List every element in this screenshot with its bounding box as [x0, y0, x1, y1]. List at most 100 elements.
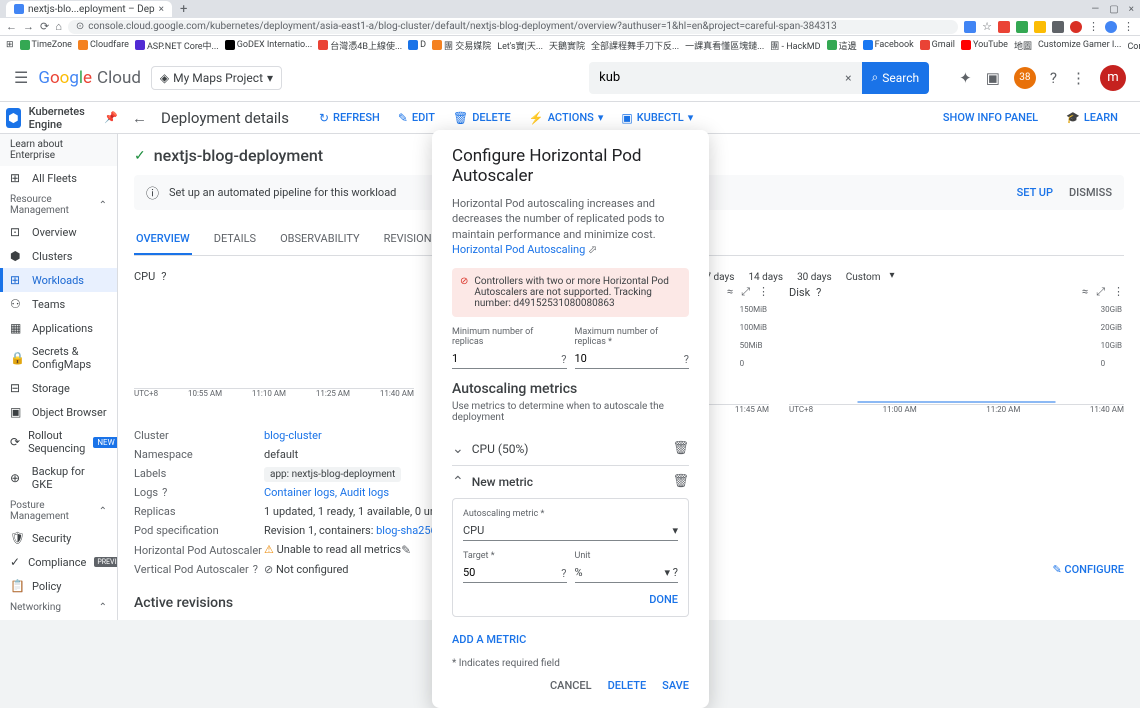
save-button[interactable]: SAVE: [662, 679, 689, 692]
home-icon[interactable]: ⌂: [55, 20, 62, 33]
chevron-down-icon[interactable]: ⌄: [452, 441, 464, 457]
filter-14d[interactable]: 14 days: [743, 270, 788, 285]
chart-expand-icon[interactable]: ⤢: [1096, 285, 1105, 299]
trial-badge[interactable]: 38: [1014, 67, 1036, 89]
delete-metric-icon[interactable]: 🗑: [672, 474, 689, 489]
bookmark-item[interactable]: Facebook: [863, 40, 914, 50]
target-input[interactable]: [463, 563, 567, 583]
dismiss-button[interactable]: DISMISS: [1069, 186, 1112, 199]
menu-icon[interactable]: ⋮: [1123, 20, 1134, 33]
logs-link[interactable]: Container logs, Audit logs: [264, 486, 389, 499]
cloud-shell-icon[interactable]: ▣: [986, 69, 1000, 87]
close-icon[interactable]: ×: [1129, 4, 1134, 15]
actions-button[interactable]: ⚡ACTIONS ▾: [521, 107, 612, 129]
bookmark-item[interactable]: Customize Gamer I...: [1038, 40, 1121, 50]
back-button[interactable]: ←: [132, 109, 147, 127]
help-icon[interactable]: ?: [253, 563, 258, 576]
nav-policy[interactable]: 📋Policy: [0, 574, 117, 598]
maximize-icon[interactable]: ▢: [1109, 4, 1118, 15]
help-icon[interactable]: ?: [561, 353, 566, 366]
clear-icon[interactable]: ×: [845, 71, 851, 85]
chart-more-icon[interactable]: ⋮: [1113, 285, 1124, 299]
nav-object-browser[interactable]: ▣Object Browser: [0, 400, 117, 424]
bookmark-item[interactable]: GoDEX Internatio...: [225, 40, 313, 50]
tab-details[interactable]: DETAILS: [212, 224, 258, 255]
share-icon[interactable]: ☆: [982, 20, 992, 33]
show-info-panel[interactable]: SHOW INFO PANEL: [935, 107, 1046, 128]
min-replicas-input[interactable]: [452, 349, 567, 369]
learn-button[interactable]: 🎓LEARN: [1058, 107, 1126, 128]
cpu-metric-row[interactable]: ⌄CPU (50%) 🗑: [452, 433, 689, 465]
bookmark-item[interactable]: 這邊: [827, 39, 857, 52]
chevron-down-icon[interactable]: ▾: [890, 270, 895, 285]
configure-button[interactable]: CONFIGURE: [1064, 563, 1124, 576]
site-info-icon[interactable]: ⊙: [76, 21, 84, 32]
avatar[interactable]: m: [1100, 65, 1126, 91]
bookmark-item[interactable]: 一課真看懂區塊鏈...: [685, 39, 764, 52]
extensions-icon[interactable]: ⋮: [1088, 20, 1099, 33]
ext-icon[interactable]: [1052, 21, 1064, 33]
add-metric-button[interactable]: ADD A METRIC: [452, 625, 689, 654]
help-icon[interactable]: ?: [162, 486, 167, 499]
back-icon[interactable]: ←: [6, 20, 17, 33]
ext-icon[interactable]: [964, 21, 976, 33]
gemini-icon[interactable]: ✦: [959, 69, 972, 87]
nav-enterprise[interactable]: Learn about Enterprise: [0, 134, 117, 166]
chart-settings-icon[interactable]: ≈: [727, 285, 733, 299]
nav-clusters[interactable]: ⬢Clusters: [0, 244, 117, 268]
ext-icon[interactable]: [998, 21, 1010, 33]
more-icon[interactable]: ⋮: [1071, 69, 1086, 87]
bookmark-item[interactable]: TimeZone: [20, 40, 72, 50]
nav-teams[interactable]: ⚇Teams: [0, 292, 117, 316]
filter-custom[interactable]: Custom: [841, 270, 886, 285]
bookmark-item[interactable]: Cloudfare: [78, 40, 129, 50]
url-bar[interactable]: ⊙ console.cloud.google.com/kubernetes/de…: [68, 20, 958, 34]
nav-security[interactable]: 🛡Security: [0, 526, 117, 550]
help-icon[interactable]: ?: [161, 270, 166, 283]
bookmark-item[interactable]: 團 - HackMD: [770, 39, 820, 52]
project-picker[interactable]: ◈ My Maps Project ▾: [151, 66, 282, 90]
nav-storage[interactable]: ⊟Storage: [0, 376, 117, 400]
nav-applications[interactable]: ▦Applications: [0, 316, 117, 340]
nav-section-networking[interactable]: Networking⌃: [0, 598, 117, 617]
help-icon[interactable]: ?: [561, 567, 566, 580]
bookmark-item[interactable]: Gmail: [920, 40, 955, 50]
unit-select[interactable]: %▾ ?: [575, 563, 679, 583]
kubectl-button[interactable]: ▣KUBECTL ▾: [613, 107, 701, 129]
filter-30d[interactable]: 30 days: [792, 270, 837, 285]
cluster-link[interactable]: blog-cluster: [264, 429, 322, 442]
tab-close-icon[interactable]: ×: [159, 4, 164, 15]
browser-tab[interactable]: nextjs-blo...eployment – Dep ×: [6, 1, 172, 17]
max-replicas-input[interactable]: [575, 349, 690, 369]
bookmark-item[interactable]: 天鵝實院: [549, 39, 585, 52]
delete-metric-icon[interactable]: 🗑: [672, 441, 689, 456]
tab-overview[interactable]: OVERVIEW: [134, 224, 192, 255]
tab-observability[interactable]: OBSERVABILITY: [278, 224, 362, 255]
nav-overview[interactable]: ⊡Overview: [0, 220, 117, 244]
bookmark-item[interactable]: 全部課程舞手刀下反...: [591, 39, 679, 52]
nav-section-posture[interactable]: Posture Management⌃: [0, 496, 117, 526]
ext-icon[interactable]: [1034, 21, 1046, 33]
apps-icon[interactable]: ⊞: [6, 40, 14, 50]
help-icon[interactable]: ?: [684, 353, 689, 366]
nav-rollout[interactable]: ⟳Rollout SequencingNEW: [0, 424, 117, 460]
chart-expand-icon[interactable]: ⤢: [741, 285, 750, 299]
nav-backup[interactable]: ⊕Backup for GKE: [0, 460, 117, 496]
refresh-button[interactable]: ↻REFRESH: [311, 107, 388, 129]
metric-type-select[interactable]: CPU▾: [463, 521, 678, 541]
reload-icon[interactable]: ⟳: [40, 20, 49, 33]
delete-button[interactable]: 🗑DELETE: [445, 107, 519, 129]
done-button[interactable]: DONE: [463, 587, 678, 606]
bookmark-item[interactable]: ASP.NET Core中...: [135, 39, 219, 52]
nav-compliance[interactable]: ✓CompliancePREVIEW: [0, 550, 117, 574]
profile-icon[interactable]: [1105, 21, 1117, 33]
bookmark-item[interactable]: Let's實|天...: [497, 39, 543, 52]
bookmark-item[interactable]: YouTube: [961, 40, 1008, 50]
cancel-button[interactable]: CANCEL: [550, 679, 592, 692]
chart-more-icon[interactable]: ⋮: [758, 285, 769, 299]
minimize-icon[interactable]: —: [1091, 4, 1099, 15]
help-icon[interactable]: ?: [1050, 69, 1057, 87]
chevron-up-icon[interactable]: ⌃: [452, 474, 464, 490]
search-input[interactable]: [599, 70, 845, 85]
nav-fleets[interactable]: ⊞All Fleets: [0, 166, 117, 190]
